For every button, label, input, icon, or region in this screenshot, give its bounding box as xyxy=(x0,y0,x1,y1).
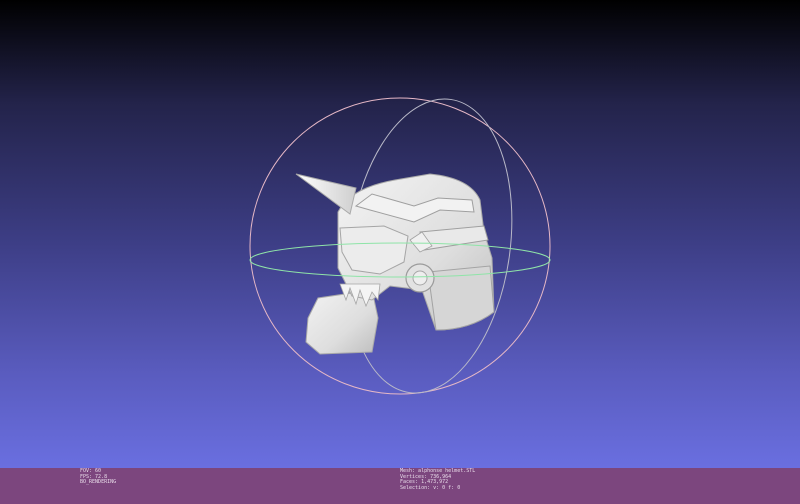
scene-canvas[interactable] xyxy=(0,0,800,468)
helmet-spike xyxy=(295,173,357,215)
status-left-panel: FOV: 60 FPS: 72.8 BO_RENDERING xyxy=(80,468,117,486)
selection-info: Selection: v: 0 f: 0 xyxy=(400,484,461,491)
helmet-model[interactable] xyxy=(295,173,495,355)
3d-viewport[interactable] xyxy=(0,0,800,468)
render-mode: BO_RENDERING xyxy=(80,479,117,486)
status-right-panel: Mesh: alphonse helmet.STL Vertices: 736,… xyxy=(400,468,475,491)
helmet-side-bolt-inner xyxy=(412,270,428,286)
status-bar: FOV: 60 FPS: 72.8 BO_RENDERING Mesh: alp… xyxy=(0,468,800,504)
